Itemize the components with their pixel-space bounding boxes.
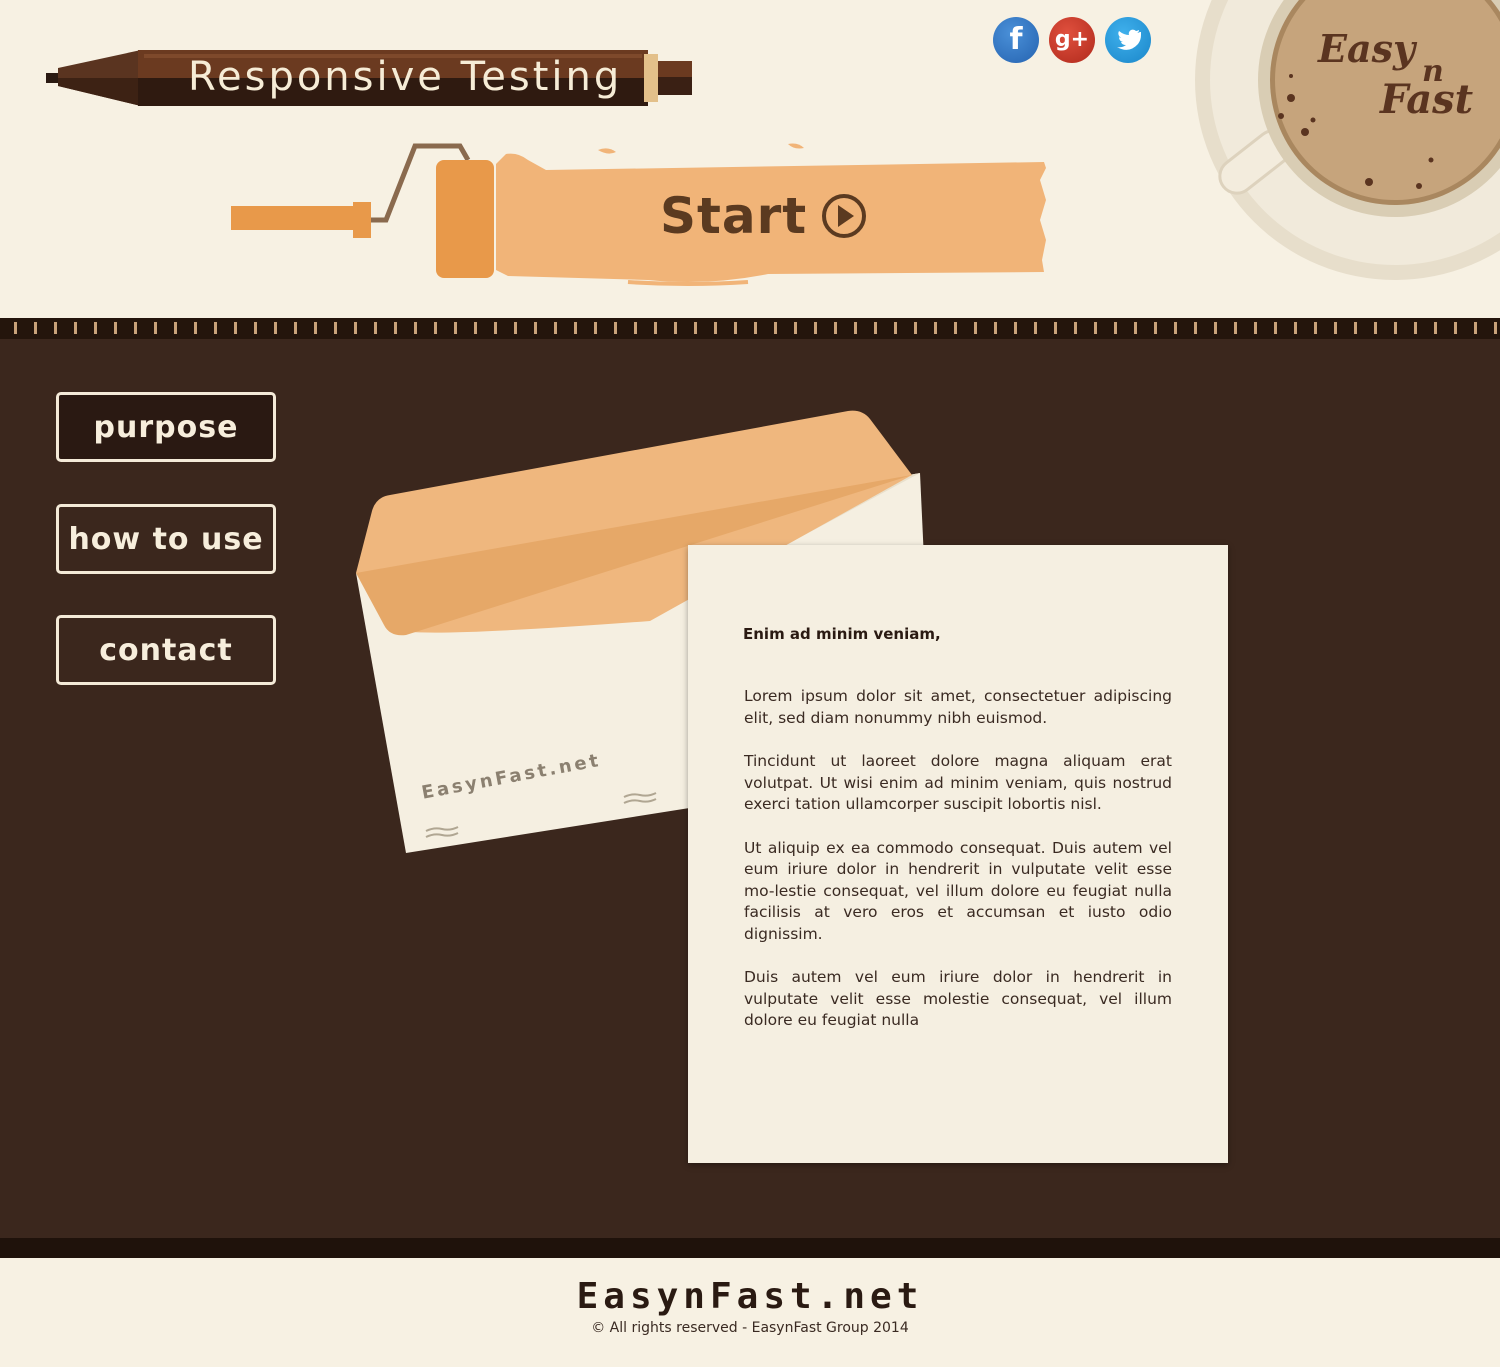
letter-paragraph: Duis autem vel eum iriure dolor in hendr… bbox=[744, 968, 1172, 1029]
nav-contact-button[interactable]: contact bbox=[56, 615, 276, 685]
letter-body: Lorem ipsum dolor sit amet, consectetuer… bbox=[744, 686, 1172, 1054]
stitch-pattern bbox=[0, 322, 1500, 334]
site-title: Responsive Testing bbox=[188, 54, 623, 100]
facebook-button[interactable]: f bbox=[993, 17, 1039, 63]
header: Responsive Testing Start f g+ Easy n Fas… bbox=[0, 0, 1500, 318]
nav-purpose-button[interactable]: purpose bbox=[56, 392, 276, 462]
google-plus-button[interactable]: g+ bbox=[1049, 17, 1095, 63]
twitter-button[interactable] bbox=[1105, 17, 1151, 63]
google-plus-icon: g+ bbox=[1054, 27, 1090, 52]
letter-card: Enim ad minim veniam, Lorem ipsum dolor … bbox=[688, 545, 1228, 1163]
footer-brand: EasynFast.net bbox=[576, 1276, 924, 1317]
letter-paragraph: Lorem ipsum dolor sit amet, consectetuer… bbox=[744, 687, 1172, 727]
facebook-icon: f bbox=[1009, 22, 1023, 57]
logo-word-easy: Easy bbox=[1318, 26, 1416, 71]
main-content: purpose how to use contact EasynFast.net… bbox=[0, 339, 1500, 1238]
letter-paragraph: Tincidunt ut laoreet dolore magna aliqua… bbox=[744, 752, 1172, 813]
letter-paragraph: Ut aliquip ex ea commodo consequat. Duis… bbox=[744, 838, 1172, 943]
letter-greeting: Enim ad minim veniam, bbox=[743, 625, 941, 643]
footer-copyright: © All rights reserved - EasynFast Group … bbox=[591, 1320, 909, 1336]
paint-roller-icon bbox=[231, 143, 1046, 286]
logo-word-fast: Fast bbox=[1380, 76, 1474, 123]
twitter-icon bbox=[1117, 29, 1141, 50]
brand-logo-text: Easy n Fast bbox=[1318, 26, 1488, 136]
nav-how-to-use-button[interactable]: how to use bbox=[56, 504, 276, 574]
footer: EasynFast.net © All rights reserved - Ea… bbox=[0, 1258, 1500, 1367]
start-label: Start bbox=[660, 187, 808, 245]
start-button[interactable]: Start bbox=[660, 180, 870, 252]
play-circle-icon bbox=[822, 194, 867, 238]
footer-divider bbox=[0, 1238, 1500, 1258]
